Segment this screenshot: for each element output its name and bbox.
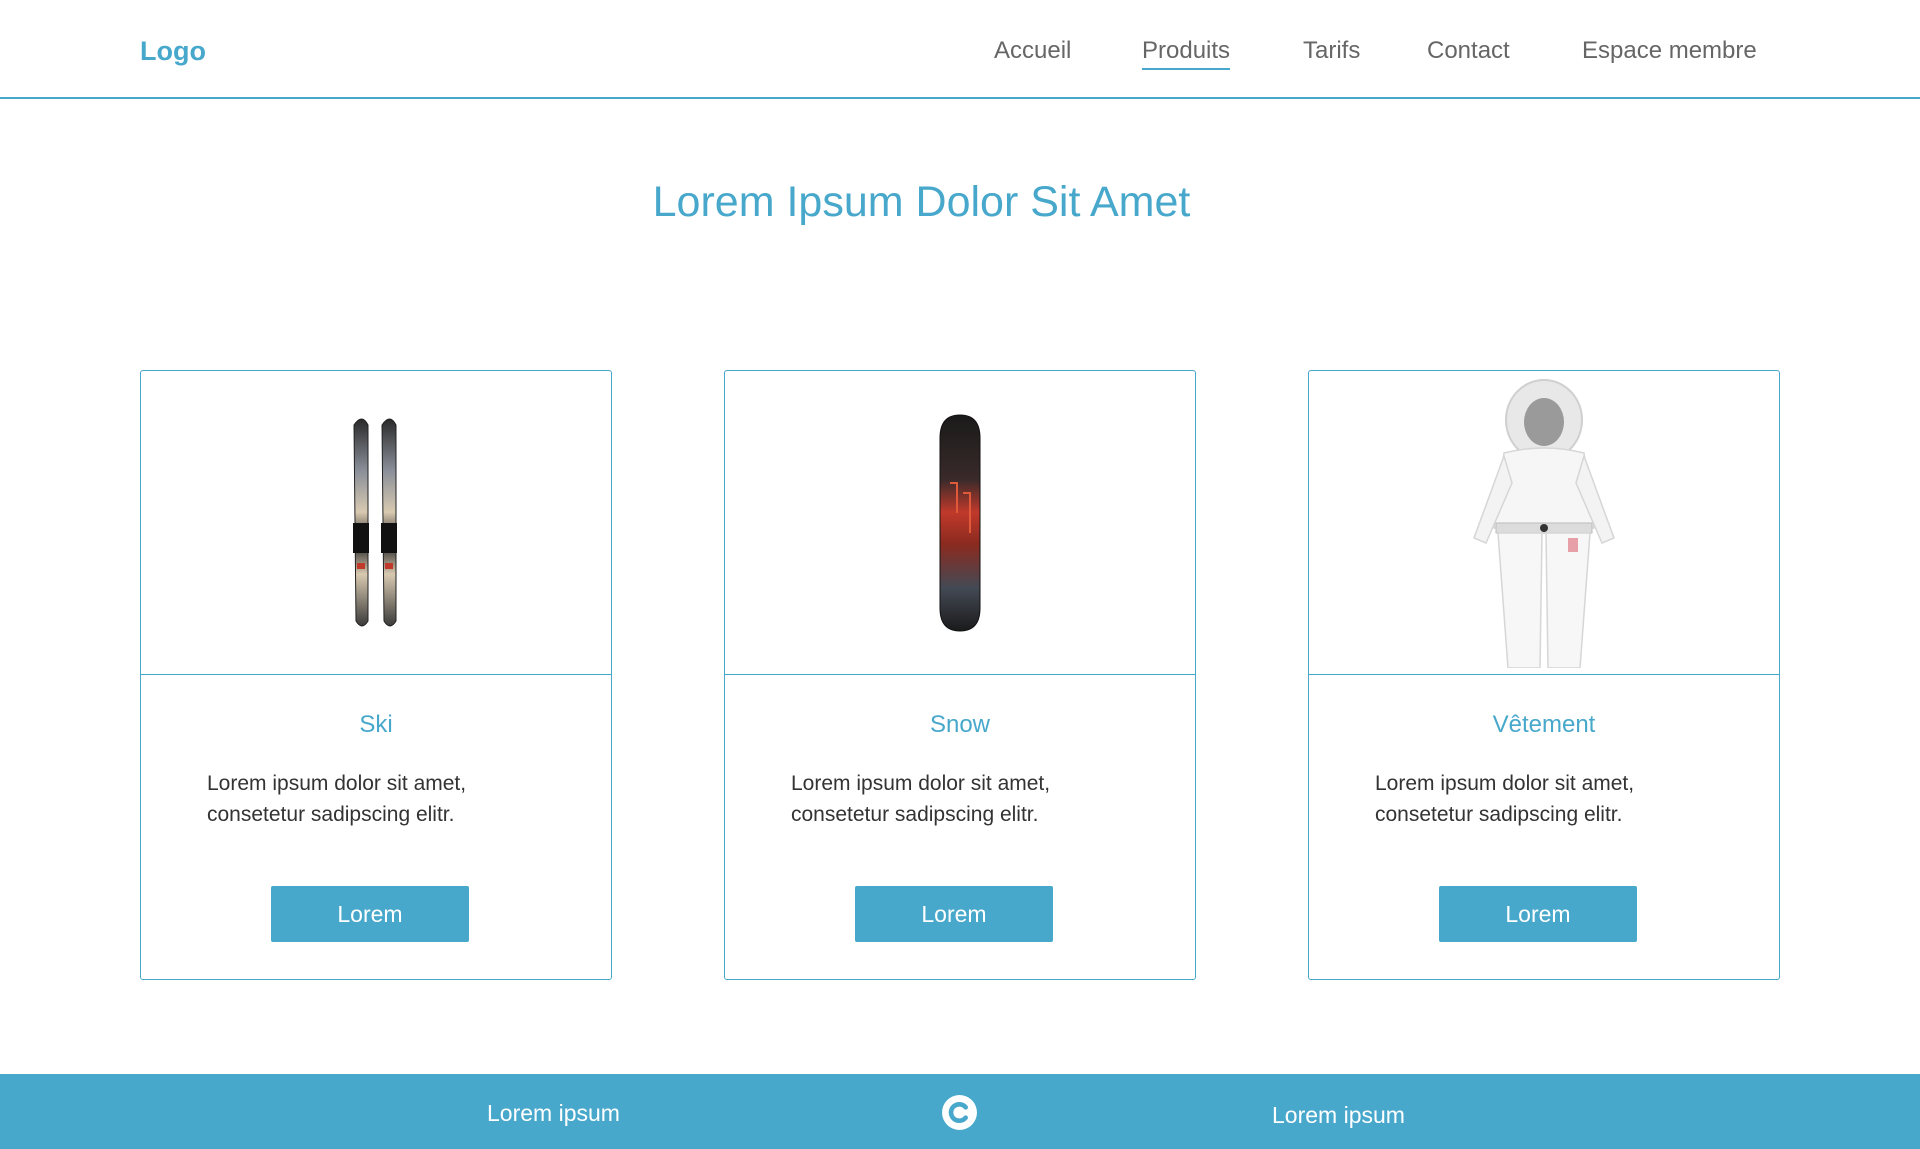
nav-item-espace-membre[interactable]: Espace membre [1582, 36, 1757, 66]
card-button[interactable]: Lorem [855, 886, 1053, 942]
product-card-snow: Snow Lorem ipsum dolor sit amet, consete… [724, 370, 1196, 980]
card-description: Lorem ipsum dolor sit amet, consetetur s… [207, 772, 467, 826]
nav-item-accueil[interactable]: Accueil [994, 36, 1071, 66]
product-card-ski: Ski Lorem ipsum dolor sit amet, consetet… [140, 370, 612, 980]
card-title: Snow [929, 711, 991, 738]
product-card-vetement: Vêtement Lorem ipsum dolor sit amet, con… [1308, 370, 1780, 980]
page-title: Lorem Ipsum Dolor Sit Amet [652, 178, 1191, 226]
nav-item-tarifs[interactable]: Tarifs [1303, 36, 1360, 66]
site-header: Logo Accueil Produits Tarifs Contact Esp… [0, 0, 1920, 99]
main-nav: Accueil Produits Tarifs Contact Espace m… [0, 36, 1920, 76]
footer-link-right[interactable]: Lorem ipsum [1272, 1102, 1405, 1129]
ski-suit-icon [1473, 378, 1615, 668]
footer-link-left[interactable]: Lorem ipsum [487, 1100, 620, 1127]
card-button[interactable]: Lorem [271, 886, 469, 942]
card-image [1309, 371, 1779, 675]
card-title: Ski [359, 711, 393, 738]
skis-icon [353, 418, 397, 626]
card-image [141, 371, 611, 675]
card-description: Lorem ipsum dolor sit amet, consetetur s… [791, 772, 1051, 826]
nav-item-produits[interactable]: Produits [1142, 36, 1231, 70]
snowboard-icon [939, 413, 981, 632]
site-footer: Lorem ipsum Lorem ipsum [0, 1074, 1920, 1149]
nav-item-contact[interactable]: Contact [1427, 36, 1510, 66]
card-image [725, 371, 1195, 675]
card-title: Vêtement [1492, 711, 1596, 738]
card-button[interactable]: Lorem [1439, 886, 1637, 942]
copyright-icon [942, 1095, 977, 1130]
card-description: Lorem ipsum dolor sit amet, consetetur s… [1375, 772, 1635, 826]
